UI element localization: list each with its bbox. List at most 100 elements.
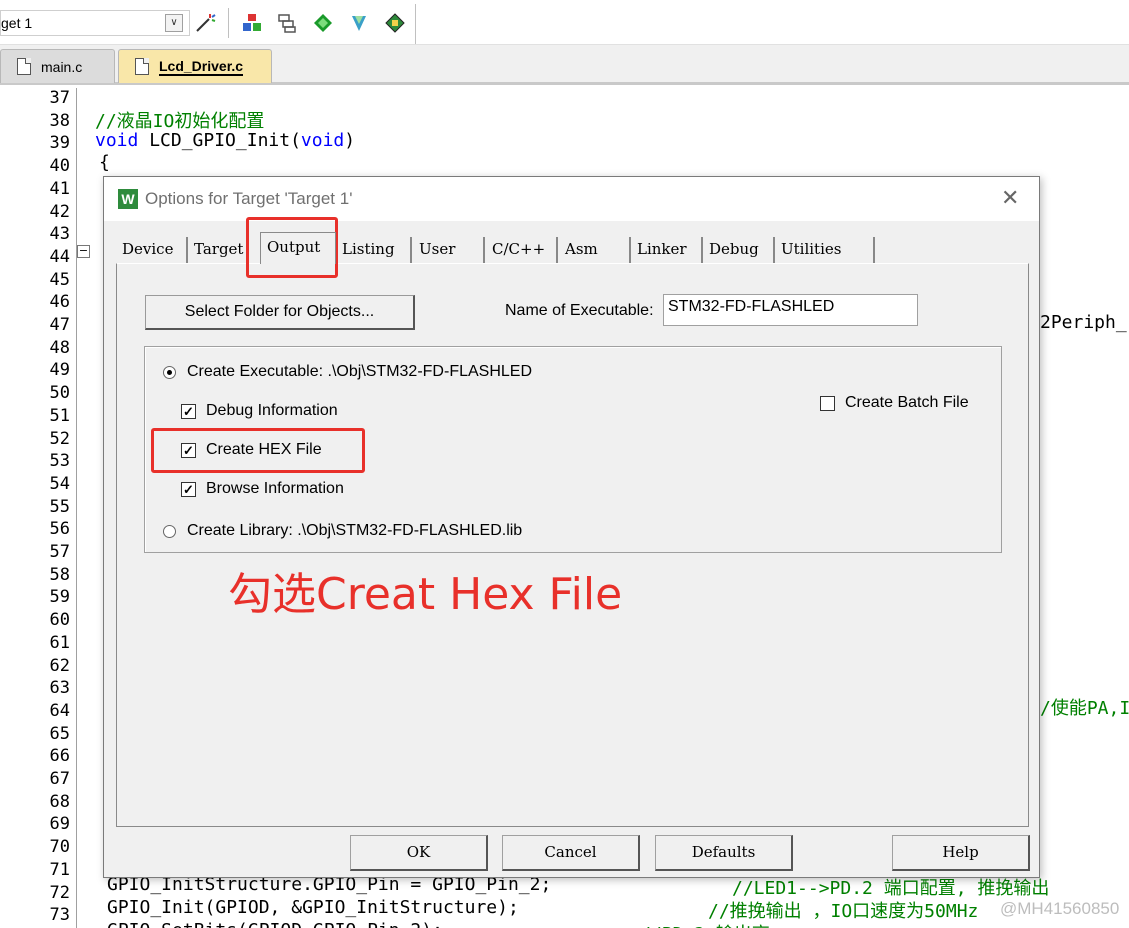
defaults-button[interactable]: Defaults — [655, 835, 793, 871]
line-number: 46 — [49, 292, 70, 313]
line-number: 65 — [49, 723, 70, 744]
tab-listing[interactable]: Listing — [336, 237, 412, 263]
document-icon — [135, 58, 149, 75]
code-line-74: GPIO_SetBits(GPIOD,GPIO_Pin_2); — [107, 920, 443, 928]
code-line-64-tail: /使能PA,I — [1040, 698, 1129, 719]
line-number: 56 — [49, 519, 70, 540]
create-batch-label: Create Batch File — [845, 394, 969, 411]
code-line-47-tail: 2Periph_( — [1040, 312, 1129, 333]
file-tab-lcd-driver-c[interactable]: Lcd_Driver.c — [118, 49, 272, 83]
combo-arrow-icon[interactable]: ∨ — [165, 14, 183, 32]
name-of-executable-label: Name of Executable: — [505, 302, 654, 319]
name-of-executable-input[interactable]: STM32-FD-FLASHLED — [663, 294, 918, 326]
document-icon — [17, 58, 31, 75]
tab-output[interactable]: Output — [260, 232, 336, 264]
line-number: 72 — [49, 882, 70, 903]
line-number: 43 — [49, 224, 70, 245]
create-library-radio[interactable] — [163, 524, 176, 538]
code-text: GPIO_SetBits(GPIOD,GPIO_Pin_2); — [107, 920, 443, 928]
ok-button[interactable]: OK — [350, 835, 488, 871]
line-number: 66 — [49, 746, 70, 767]
create-executable-label: Create Executable: .\Obj\STM32-FD-FLASHL… — [187, 363, 533, 380]
green-diamond-icon[interactable] — [311, 11, 335, 35]
line-number: 44 — [49, 246, 70, 267]
code-line-39: void LCD_GPIO_Init(void) — [95, 130, 355, 151]
line-number: 61 — [49, 632, 70, 653]
line-number: 45 — [49, 269, 70, 290]
line-number: 37 — [49, 88, 70, 108]
magic-wand-icon[interactable] — [193, 11, 217, 35]
line-number: 39 — [49, 133, 70, 154]
line-number-gutter: 37 38 39 40 41 42 43 44 45 46 47 48 49 50 51 52 53 54 55 56… — [0, 88, 74, 928]
tab-debug[interactable]: Debug — [703, 237, 775, 263]
line-number: 49 — [49, 360, 70, 381]
tab-linker[interactable]: Linker — [631, 237, 703, 263]
line-number: 47 — [49, 315, 70, 335]
debug-information-option[interactable]: ✓ Debug Information — [181, 402, 338, 420]
line-number: 62 — [49, 655, 70, 676]
line-number: 41 — [49, 178, 70, 199]
line-number: 69 — [49, 814, 70, 835]
line-number: 73 — [49, 905, 70, 926]
line-number: 60 — [49, 610, 70, 631]
target-options-icon[interactable] — [240, 11, 264, 35]
line-number: 55 — [49, 496, 70, 517]
browse-information-checkbox[interactable]: ✓ — [181, 481, 196, 497]
tab-device[interactable]: Device — [116, 237, 188, 263]
tab-asm[interactable]: Asm — [559, 237, 631, 263]
dialog-title: Options for Target 'Target 1' — [145, 189, 353, 208]
tab-utilities[interactable]: Utilities — [775, 237, 875, 263]
toolbar: get 1 ∨ — [0, 0, 1129, 45]
code-text: LCD_GPIO_Init( — [138, 130, 301, 151]
target-select[interactable]: get 1 ∨ — [0, 10, 190, 36]
line-number: 68 — [49, 791, 70, 812]
create-library-option[interactable]: Create Library: .\Obj\STM32-FD-FLASHLED.… — [163, 522, 522, 540]
keil-logo-icon: W — [118, 189, 138, 209]
fold-collapse-icon[interactable]: − — [77, 245, 90, 258]
close-icon[interactable]: ✕ — [1001, 186, 1019, 211]
line-number: 63 — [49, 678, 70, 699]
pack-installer-icon[interactable] — [347, 11, 371, 35]
toolbar-separator — [228, 8, 229, 38]
tab-user[interactable]: User — [413, 237, 485, 263]
code-line-40: { — [99, 152, 110, 173]
debug-information-checkbox[interactable]: ✓ — [181, 403, 196, 419]
line-number: 53 — [49, 451, 70, 472]
select-folder-button[interactable]: Select Folder for Objects... — [145, 295, 415, 330]
line-number: 42 — [49, 201, 70, 222]
line-number: 71 — [49, 859, 70, 880]
code-text: ) — [344, 130, 356, 151]
line-number: 40 — [49, 156, 70, 177]
tab-target[interactable]: Target — [188, 237, 248, 263]
component-select-icon[interactable] — [383, 11, 407, 35]
tab-c-cpp[interactable]: C/C++ — [486, 237, 558, 263]
debug-information-label: Debug Information — [206, 402, 338, 419]
create-executable-option[interactable]: Create Executable: .\Obj\STM32-FD-FLASHL… — [163, 363, 532, 381]
line-number: 57 — [49, 542, 70, 562]
line-number: 52 — [49, 428, 70, 449]
code-keyword: void — [300, 130, 345, 151]
file-tab-bar: main.c Lcd_Driver.c — [0, 45, 1129, 85]
browse-information-option[interactable]: ✓ Browse Information — [181, 480, 344, 498]
create-executable-radio[interactable] — [163, 365, 176, 379]
create-batch-checkbox[interactable] — [820, 395, 835, 411]
line-number: 38 — [49, 110, 70, 131]
browse-information-label: Browse Information — [206, 480, 344, 497]
manage-components-icon[interactable] — [275, 11, 299, 35]
code-comment: //液晶IO初始化配置 — [95, 111, 265, 132]
line-number: 67 — [49, 769, 70, 789]
help-button[interactable]: Help — [892, 835, 1030, 871]
code-keyword: void — [95, 130, 139, 151]
annotation-text: 勾选Creat Hex File — [228, 569, 623, 620]
options-tab-strip: Device Target Output Listing User C/C++ … — [116, 232, 916, 264]
output-tab-panel: Select Folder for Objects... Name of Exe… — [116, 263, 1029, 827]
file-tab-label: main.c — [41, 58, 83, 75]
create-batch-option[interactable]: Create Batch File — [820, 394, 969, 412]
line-number: 50 — [49, 383, 70, 404]
line-number: 59 — [49, 587, 70, 608]
cancel-button[interactable]: Cancel — [502, 835, 640, 871]
file-tab-main-c[interactable]: main.c — [0, 49, 115, 83]
dialog-title-bar: W Options for Target 'Target 1' ✕ — [104, 177, 1039, 221]
code-text: GPIO_Init(GPIOD, &GPIO_InitStructure); — [107, 897, 519, 918]
line-number: 51 — [49, 405, 70, 426]
